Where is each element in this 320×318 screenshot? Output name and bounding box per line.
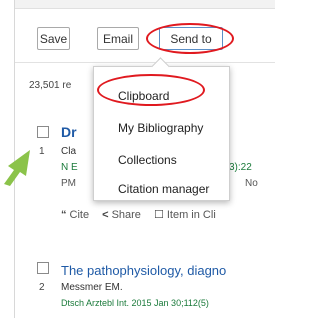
result-1-pmid: PM [61,178,76,189]
result-2-authors: Messmer EM. [61,282,123,293]
clipboard-icon: ☐ [153,209,164,221]
menu-item-my-bibliography[interactable]: My Bibliography [118,121,203,135]
result-2-title[interactable]: The pathophysiology, diagno [61,263,226,278]
menu-item-collections[interactable]: Collections [118,153,177,167]
result-2-citation: Dtsch Arztebl Int. 2015 Jan 30;112(5) [61,298,209,308]
result-1-actions: “Cite < Share ☐ Item in Cli [61,208,226,221]
result-1-pmid-tail: No [245,178,258,189]
share-action[interactable]: < Share [102,209,141,221]
menu-item-clipboard[interactable]: Clipboard [118,89,169,103]
toolbar-divider [15,62,275,63]
result-1-citation: N E [61,162,78,173]
menu-item-citation-manager[interactable]: Citation manager [118,182,209,196]
result-1-citation-tail: 3):22 [229,162,252,173]
result-1-checkbox[interactable] [37,126,49,138]
save-button[interactable]: Save [37,27,70,50]
send-to-dropdown: Clipboard My Bibliography Collections Ci… [93,66,230,201]
result-2-checkbox[interactable] [37,262,49,274]
email-button[interactable]: Email [97,27,139,50]
pointer-arrow-icon [0,140,36,188]
result-1-title[interactable]: Dr [61,124,77,140]
quote-icon: “ [61,209,67,221]
result-1-number: 1 [39,146,45,157]
result-1-authors: Cla [61,146,77,157]
search-results-panel: Save Email Send to 23,501 re 1 Dr Cla N … [14,0,275,318]
clipboard-action[interactable]: ☐ Item in Cli [154,209,216,221]
send-to-button[interactable]: Send to [159,27,223,50]
share-icon: < [102,209,109,221]
cite-action[interactable]: “Cite [61,209,89,221]
top-bar [15,0,275,9]
results-count: 23,501 re [29,80,72,91]
result-2-number: 2 [39,282,45,293]
